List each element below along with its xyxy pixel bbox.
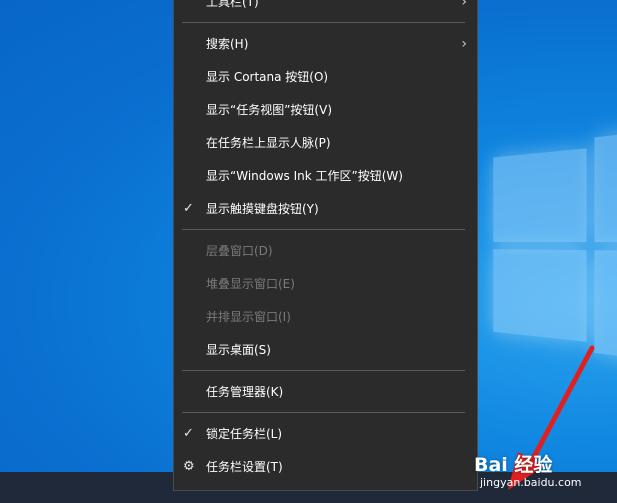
menu-item-label: 堆叠显示窗口(E): [206, 277, 295, 291]
menu-item-label: 任务管理器(K): [206, 385, 284, 399]
chevron-right-icon: ›: [461, 36, 467, 52]
menu-item-label: 并排显示窗口(I): [206, 310, 291, 324]
menu-item-label: 显示“Windows Ink 工作区”按钮(W): [206, 169, 403, 183]
menu-item-label: 在任务栏上显示人脉(P): [206, 136, 331, 150]
menu-separator: [182, 229, 465, 230]
menu-item-lock-taskbar[interactable]: ✓ 锁定任务栏(L): [174, 419, 477, 449]
menu-item-task-manager[interactable]: 任务管理器(K): [174, 377, 477, 407]
menu-item-label: 层叠窗口(D): [206, 244, 273, 258]
menu-separator: [182, 22, 465, 23]
menu-item-show-task-view[interactable]: 显示“任务视图”按钮(V): [174, 95, 477, 125]
menu-item-label: 搜索(H): [206, 37, 249, 51]
menu-separator: [182, 412, 465, 413]
checkmark-icon: ✓: [183, 426, 194, 441]
logo-pane: [493, 249, 587, 342]
menu-item-label: 锁定任务栏(L): [206, 427, 283, 441]
menu-item-cascade-windows: 层叠窗口(D): [174, 236, 477, 266]
watermark-logo: Bai 经验: [474, 454, 553, 476]
windows-logo-wallpaper: [484, 106, 617, 374]
menu-item-taskbar-settings[interactable]: ⚙ 任务栏设置(T): [174, 452, 477, 482]
chevron-right-icon: ›: [461, 0, 467, 10]
menu-item-toolbars[interactable]: 工具栏(T) ›: [174, 0, 477, 17]
menu-item-label: 显示触摸键盘按钮(Y): [206, 202, 319, 216]
checkmark-icon: ✓: [183, 201, 194, 216]
menu-item-show-people[interactable]: 在任务栏上显示人脉(P): [174, 128, 477, 158]
menu-item-label: 显示“任务视图”按钮(V): [206, 103, 333, 117]
menu-item-show-touch-keyboard[interactable]: ✓ 显示触摸键盘按钮(Y): [174, 194, 477, 224]
taskbar-context-menu: 工具栏(T) › 搜索(H) › 显示 Cortana 按钮(O) 显示“任务视…: [173, 0, 478, 491]
menu-separator: [182, 370, 465, 371]
gear-icon: ⚙: [183, 459, 195, 474]
menu-item-show-windows-ink[interactable]: 显示“Windows Ink 工作区”按钮(W): [174, 161, 477, 191]
menu-item-stack-windows: 堆叠显示窗口(E): [174, 269, 477, 299]
menu-item-label: 显示桌面(S): [206, 343, 271, 357]
menu-item-search[interactable]: 搜索(H) ›: [174, 29, 477, 59]
logo-pane: [594, 126, 617, 243]
menu-item-side-by-side: 并排显示窗口(I): [174, 302, 477, 332]
watermark-url: jingyan.baidu.com: [480, 476, 582, 489]
menu-item-label: 显示 Cortana 按钮(O): [206, 70, 329, 84]
menu-item-label: 工具栏(T): [206, 0, 259, 9]
menu-item-show-cortana[interactable]: 显示 Cortana 按钮(O): [174, 62, 477, 92]
menu-item-show-desktop[interactable]: 显示桌面(S): [174, 335, 477, 365]
menu-item-label: 任务栏设置(T): [206, 460, 283, 474]
logo-pane: [493, 148, 587, 243]
